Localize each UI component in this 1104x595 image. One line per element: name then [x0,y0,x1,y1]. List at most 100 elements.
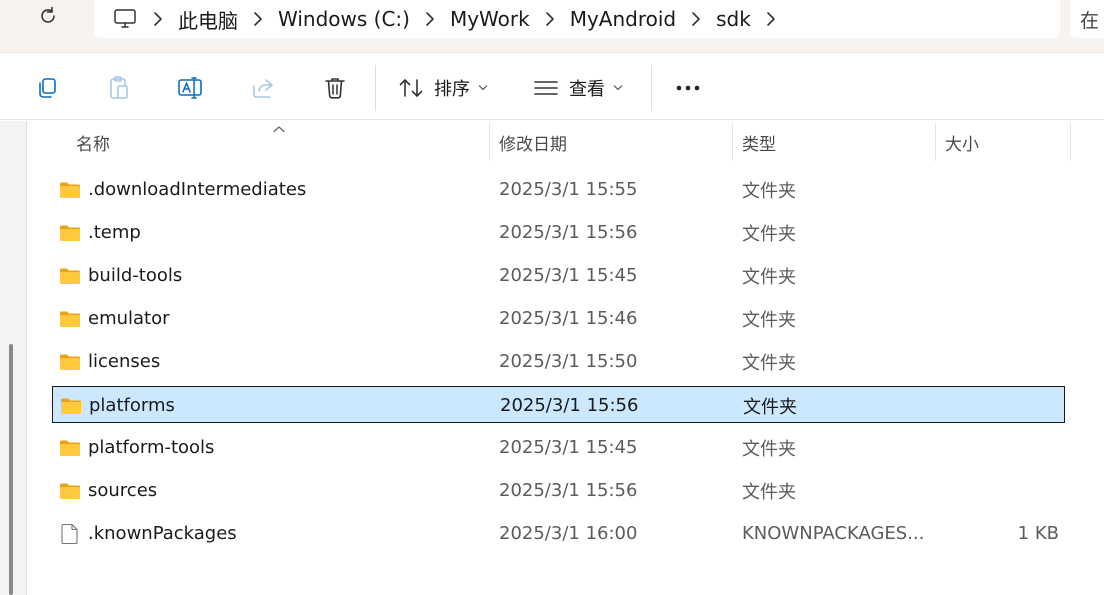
file-row[interactable]: licenses 2025/3/1 15:50 文件夹 [52,343,1065,380]
file-row[interactable]: sources 2025/3/1 15:56 文件夹 [52,472,1065,509]
column-header-modified[interactable]: 修改日期 [499,122,729,162]
file-row[interactable]: .knownPackages 2025/3/1 16:00 KNOWNPACKA… [52,515,1065,552]
file-type: 文件夹 [742,481,796,503]
column-header-size[interactable]: 大小 [945,122,1065,162]
view-label: 查看 [569,79,605,100]
sort-label: 排序 [434,79,470,100]
refresh-icon [41,6,55,23]
file-name: .knownPackages [88,523,237,544]
column-resize-handle[interactable] [1070,123,1071,161]
file-size [952,257,1059,294]
folder-icon [59,387,83,424]
chevron-right-icon[interactable] [751,11,791,27]
file-size [952,300,1059,337]
file-modified: 2025/3/1 15:45 [499,265,638,286]
chevron-down-icon [613,85,623,91]
folder-icon [58,472,82,509]
file-modified: 2025/3/1 15:46 [499,308,638,329]
file-size: 1 KB [1017,523,1059,544]
refresh-button[interactable] [32,4,64,28]
sort-button[interactable]: 排序 [398,71,498,105]
file-row[interactable]: platform-tools 2025/3/1 15:45 文件夹 [52,429,1065,466]
file-row[interactable]: emulator 2025/3/1 15:46 文件夹 [52,300,1065,337]
file-name: .temp [88,222,141,243]
address-bar-area: 此电脑 Windows (C:) MyWork MyAndroid sdk 在 [0,0,1104,52]
file-size [952,214,1059,251]
column-resize-handle[interactable] [935,123,936,161]
file-modified: 2025/3/1 15:50 [499,351,638,372]
folder-icon [58,300,82,337]
rename-icon [178,77,202,99]
view-button[interactable]: 查看 [533,71,633,105]
file-row-selected[interactable]: platforms 2025/3/1 15:56 文件夹 [52,386,1065,423]
share-button[interactable] [246,71,280,105]
file-name: sources [88,480,158,501]
file-name: platforms [89,395,175,416]
file-row[interactable]: .temp 2025/3/1 15:56 文件夹 [52,214,1065,251]
column-resize-handle[interactable] [489,123,490,161]
chevron-right-icon[interactable] [530,11,570,27]
more-icon [676,85,700,91]
folder-icon [58,257,82,294]
column-header-type[interactable]: 类型 [742,122,932,162]
chevron-down-icon [478,85,488,91]
file-modified: 2025/3/1 15:55 [499,179,638,200]
more-options-button[interactable] [670,71,706,105]
search-input[interactable]: 在 [1070,0,1104,38]
paste-button[interactable] [102,71,136,105]
file-modified: 2025/3/1 16:00 [499,523,638,544]
file-name: licenses [88,351,161,372]
navigation-scrollbar[interactable] [9,344,13,595]
copy-button[interactable] [30,71,64,105]
chevron-right-icon[interactable] [238,11,278,27]
chevron-right-icon[interactable] [676,11,716,27]
chevron-right-icon[interactable] [410,11,450,27]
toolbar-divider [651,65,652,111]
breadcrumb-windows-c[interactable]: Windows (C:) [278,7,410,31]
file-size [953,387,1060,424]
column-header-name[interactable]: 名称 [76,122,486,162]
file-type: 文件夹 [742,352,796,374]
folder-icon [58,343,82,380]
file-name: .downloadIntermediates [88,179,307,200]
chevron-right-icon[interactable] [138,11,178,27]
command-bar: 排序 查看 [0,52,1104,120]
file-name: emulator [88,308,170,329]
sort-icon [399,79,423,97]
column-header-type-label: 类型 [742,134,776,155]
file-type: 文件夹 [742,309,796,331]
breadcrumb-mywork[interactable]: MyWork [450,7,530,31]
file-type: 文件夹 [742,438,796,460]
file-modified: 2025/3/1 15:56 [499,222,638,243]
rename-button[interactable] [174,71,208,105]
file-size [952,343,1059,380]
this-pc-icon[interactable] [112,7,138,31]
file-type: KNOWNPACKAGES... [742,523,925,544]
delete-button[interactable] [318,71,352,105]
pane-divider[interactable] [26,121,27,595]
file-size [952,472,1059,509]
file-size [952,429,1059,466]
view-list-icon [534,81,558,95]
file-row[interactable]: build-tools 2025/3/1 15:45 文件夹 [52,257,1065,294]
file-row[interactable]: .downloadIntermediates 2025/3/1 15:55 文件… [52,171,1065,208]
navigation-pane [0,121,26,595]
file-type: 文件夹 [742,266,796,288]
share-icon [253,79,273,98]
search-placeholder: 在 [1080,9,1100,32]
file-icon [58,515,82,552]
breadcrumb-myandroid[interactable]: MyAndroid [570,7,676,31]
file-name: platform-tools [88,437,215,458]
file-type: 文件夹 [742,223,796,245]
breadcrumb-sdk[interactable]: sdk [716,7,751,31]
breadcrumb-this-pc[interactable]: 此电脑 [178,5,238,34]
paste-icon [110,76,128,99]
file-modified: 2025/3/1 15:45 [499,437,638,458]
copy-icon [39,78,56,98]
file-size [952,171,1059,208]
column-resize-handle[interactable] [732,123,733,161]
breadcrumb[interactable]: 此电脑 Windows (C:) MyWork MyAndroid sdk [94,0,1060,38]
file-type: 文件夹 [742,180,796,202]
column-header-name-label: 名称 [76,134,110,155]
column-header-size-label: 大小 [945,134,979,155]
